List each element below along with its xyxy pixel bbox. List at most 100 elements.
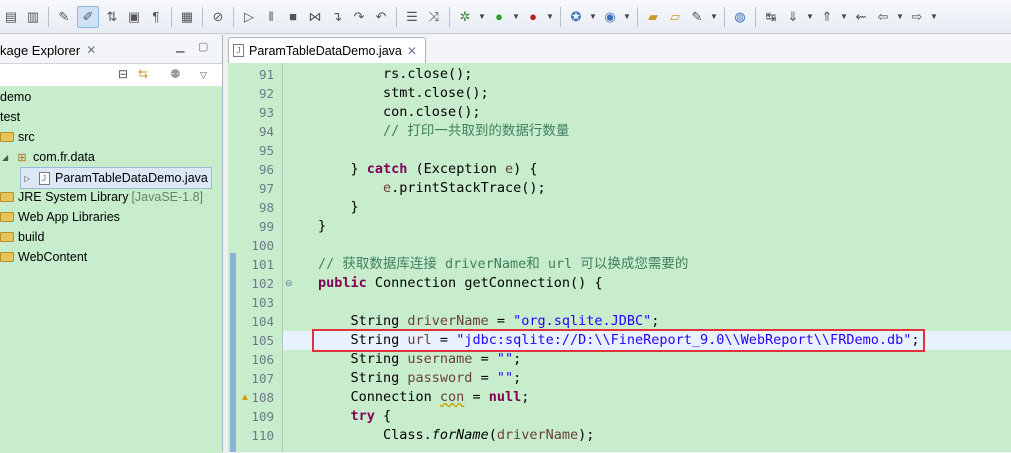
tree-item[interactable]: test bbox=[0, 107, 20, 127]
tree-item-label: demo bbox=[0, 90, 32, 104]
toggle-highlight-icon[interactable]: ✐ bbox=[77, 5, 99, 28]
console-icon[interactable]: ▦ bbox=[178, 8, 196, 26]
code-line[interactable]: } bbox=[318, 198, 359, 217]
chevron-down-icon[interactable]: ▼ bbox=[478, 8, 486, 26]
suspend-icon[interactable]: ‖ bbox=[262, 8, 280, 26]
line-number: 101 bbox=[251, 257, 274, 272]
terminate-icon[interactable]: ■ bbox=[284, 8, 302, 26]
code-line[interactable]: } catch (Exception e) { bbox=[318, 160, 538, 179]
java-editor: J ParamTableDataDemo.java ✕ 91 92 93 94 95 96… bbox=[228, 35, 1011, 452]
external-tools-icon[interactable]: ● bbox=[524, 8, 542, 26]
tree-item[interactable]: ▷ J ParamTableDataDemo.java bbox=[20, 167, 212, 189]
forward-icon[interactable]: ⇨ bbox=[908, 8, 926, 26]
chevron-down-icon[interactable]: ▼ bbox=[512, 8, 520, 26]
code-line[interactable]: // 获取数据库连接 driverName和 url 可以换成您需要的 bbox=[318, 255, 688, 274]
code-line[interactable]: con.close(); bbox=[318, 103, 481, 122]
line-number: 94 bbox=[258, 124, 274, 139]
disconnect-icon[interactable]: ⋈ bbox=[306, 8, 324, 26]
step-over-icon[interactable]: ↷ bbox=[350, 8, 368, 26]
package-explorer-panel: kage Explorer ✕ ▁ ▢ ⊟ ⇆ ⚉ ▽ demo test src ◢… bbox=[0, 35, 223, 453]
code-line[interactable]: stmt.close(); bbox=[318, 84, 489, 103]
tree-item[interactable]: WebContent bbox=[0, 247, 87, 267]
code-line[interactable]: Class.forName(driverName); bbox=[318, 426, 594, 445]
new-server-icon[interactable]: ✪ bbox=[567, 8, 585, 26]
search-icon[interactable]: ✎ bbox=[688, 8, 706, 26]
link-with-editor-icon[interactable]: ⇆ bbox=[138, 67, 148, 81]
back-icon[interactable]: ⇦ bbox=[874, 8, 892, 26]
code-token: Connection bbox=[318, 389, 440, 405]
chevron-down-icon[interactable]: ▼ bbox=[589, 8, 597, 26]
next-annotation-icon[interactable]: ⇅ bbox=[103, 8, 121, 26]
collapse-all-icon[interactable]: ⊟ bbox=[118, 67, 128, 81]
view-menu-chevron-icon[interactable]: ▽ bbox=[200, 70, 207, 81]
print-icon[interactable]: ▥ bbox=[24, 8, 42, 26]
code-line[interactable]: // 打印一共取到的数据行数量 bbox=[318, 122, 569, 141]
package-explorer-tab[interactable]: kage Explorer ✕ bbox=[0, 38, 102, 62]
code-line[interactable]: try { bbox=[318, 407, 392, 426]
chevron-down-icon[interactable]: ▼ bbox=[623, 8, 631, 26]
run-icon[interactable]: ● bbox=[490, 8, 508, 26]
show-whitespace-icon[interactable]: ¶ bbox=[147, 8, 165, 26]
tree-item-label: JRE System Library bbox=[18, 190, 129, 204]
toolbar-separator bbox=[171, 6, 172, 27]
debug-icon[interactable]: ✲ bbox=[456, 8, 474, 26]
code-line[interactable]: String password = ""; bbox=[318, 369, 522, 388]
code-line[interactable]: rs.close(); bbox=[318, 65, 472, 84]
package-explorer-tabbar: kage Explorer ✕ ▁ ▢ bbox=[0, 35, 222, 64]
code-token: String bbox=[318, 351, 408, 367]
code-token: "" bbox=[496, 351, 514, 367]
use-step-filters-icon[interactable]: ☰ bbox=[403, 8, 421, 26]
last-edit-location-icon[interactable]: ⇜ bbox=[852, 8, 870, 26]
close-icon[interactable]: ✕ bbox=[86, 43, 96, 57]
toolbar-separator bbox=[560, 6, 561, 27]
drop-to-frame-icon[interactable]: ⤨ bbox=[425, 8, 443, 26]
collapse-chevron-icon[interactable]: ▷ bbox=[24, 174, 34, 183]
previous-annotation-icon[interactable]: ⇑ bbox=[818, 8, 836, 26]
line-number: 109 bbox=[251, 409, 274, 424]
chevron-down-icon[interactable]: ▼ bbox=[930, 8, 938, 26]
code-line[interactable]: } bbox=[318, 217, 326, 236]
code-token: = bbox=[464, 389, 489, 405]
focus-icon[interactable]: ⚉ bbox=[170, 67, 181, 81]
editor-tab-paramtabledatademo[interactable]: J ParamTableDataDemo.java ✕ bbox=[228, 37, 426, 63]
code-line[interactable]: String username = ""; bbox=[318, 350, 522, 369]
save-all-icon[interactable]: ▤ bbox=[2, 8, 20, 26]
fold-toggle-icon[interactable]: ⊖ bbox=[285, 278, 293, 289]
warning-icon[interactable]: ▲ bbox=[240, 392, 250, 403]
minimize-icon[interactable]: ▁ bbox=[176, 40, 184, 53]
next-edit-location-icon[interactable]: ↹ bbox=[762, 8, 780, 26]
maximize-icon[interactable]: ▢ bbox=[198, 40, 208, 53]
toggle-mark-occurrences-icon[interactable]: ✎ bbox=[55, 8, 73, 26]
close-icon[interactable]: ✕ bbox=[407, 44, 417, 58]
tree-item[interactable]: ◢ ⊞ com.fr.data bbox=[2, 147, 95, 167]
chevron-down-icon[interactable]: ▼ bbox=[546, 8, 554, 26]
tree-item[interactable]: build bbox=[0, 227, 44, 247]
chevron-down-icon[interactable]: ▼ bbox=[896, 8, 904, 26]
tree-item[interactable]: demo bbox=[0, 87, 31, 107]
code-line[interactable]: e.printStackTrace(); bbox=[318, 179, 546, 198]
code-area[interactable]: 91 92 93 94 95 96 97 98 99 100 101 102 103 104 105 106 1… bbox=[228, 63, 1011, 452]
next-annotation-down-icon[interactable]: ⇓ bbox=[784, 8, 802, 26]
new-java-class-icon[interactable]: ◉ bbox=[601, 8, 619, 26]
block-selection-icon[interactable]: ▣ bbox=[125, 8, 143, 26]
chevron-down-icon[interactable]: ▼ bbox=[806, 8, 814, 26]
expand-chevron-icon[interactable]: ◢ bbox=[2, 153, 12, 162]
resume-icon[interactable]: ▷ bbox=[240, 8, 258, 26]
tree-item[interactable]: src bbox=[0, 127, 35, 147]
tree-item-label: build bbox=[18, 230, 45, 244]
code-line[interactable]: public Connection getConnection() { bbox=[318, 274, 602, 293]
step-into-icon[interactable]: ↴ bbox=[328, 8, 346, 26]
code-line[interactable]: Connection con = null; bbox=[318, 388, 530, 407]
step-return-icon[interactable]: ↶ bbox=[372, 8, 390, 26]
skip-breakpoints-icon[interactable]: ⊘ bbox=[209, 8, 227, 26]
globe-icon[interactable]: ◍ bbox=[731, 8, 749, 26]
code-token: ; bbox=[513, 351, 522, 367]
line-number: 92 bbox=[258, 86, 274, 101]
tree-item[interactable]: JRE System Library [JavaSE-1.8] bbox=[0, 187, 203, 207]
chevron-down-icon[interactable]: ▼ bbox=[710, 8, 718, 26]
chevron-down-icon[interactable]: ▼ bbox=[840, 8, 848, 26]
open-type-icon[interactable]: ▰ bbox=[644, 8, 662, 26]
open-task-icon[interactable]: ▱ bbox=[666, 8, 684, 26]
tree-item[interactable]: Web App Libraries bbox=[0, 207, 120, 227]
